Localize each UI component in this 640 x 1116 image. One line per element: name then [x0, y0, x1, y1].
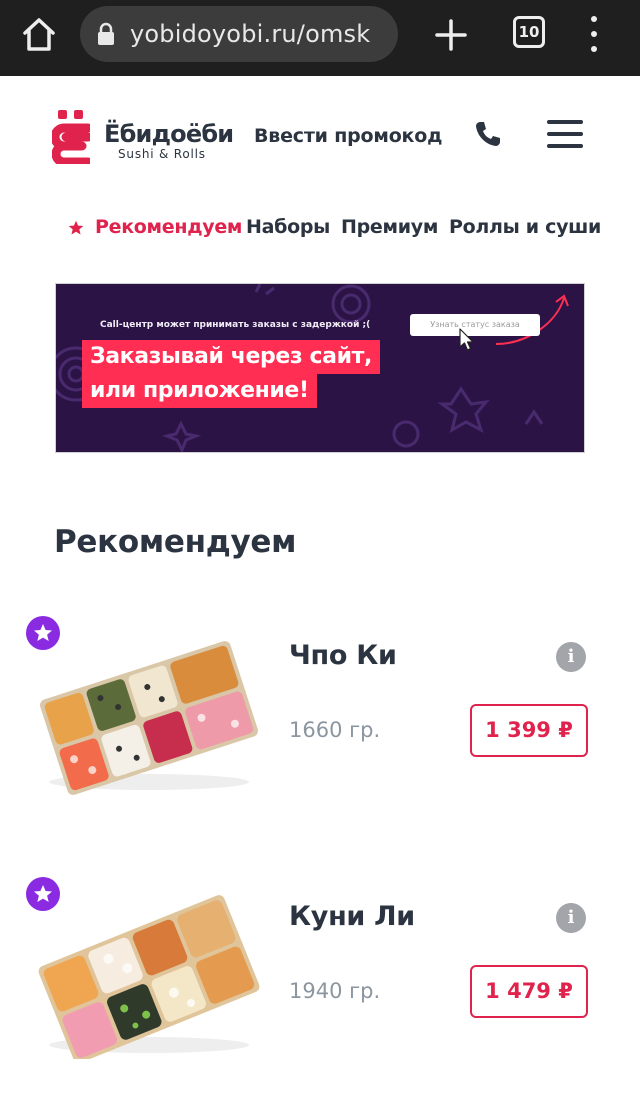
info-icon[interactable]: i	[556, 903, 586, 933]
product-image[interactable]	[36, 632, 262, 798]
product-weight: 1660 гр.	[289, 718, 381, 742]
tab-premium[interactable]: Премиум	[341, 216, 438, 238]
star-icon	[34, 885, 52, 902]
hamburger-menu-icon[interactable]	[547, 120, 583, 148]
lock-icon	[98, 22, 114, 45]
tab-sets[interactable]: Наборы	[246, 216, 330, 238]
info-icon[interactable]: i	[556, 642, 586, 672]
tab-switcher-button[interactable]: 10	[513, 16, 545, 48]
banner-note: Call-центр может принимать заказы с заде…	[100, 320, 371, 330]
star-icon	[34, 624, 52, 641]
section-title: Рекомендуем	[54, 524, 297, 560]
product-name[interactable]: Куни Ли	[289, 901, 415, 932]
logo-mark-icon	[52, 110, 90, 164]
phone-button[interactable]	[473, 119, 503, 149]
product-name[interactable]: Чпо Ки	[289, 640, 397, 671]
home-button[interactable]	[18, 14, 60, 56]
logo-title: Ёбидоёби	[104, 120, 234, 148]
banner-headline: Заказывай через сайт, или приложение!	[82, 340, 394, 412]
cursor-icon	[459, 328, 474, 351]
browser-toolbar: yobidoyobi.ru/omsk 10	[0, 0, 640, 76]
tab-rolls-and-sushi[interactable]: Роллы и суши	[449, 216, 601, 238]
tab-recommended[interactable]: Рекомендуем	[95, 216, 242, 238]
url-text: yobidoyobi.ru/omsk	[130, 20, 371, 48]
phone-icon	[476, 122, 500, 146]
add-to-cart-price-button[interactable]: 1 479 ₽	[470, 965, 588, 1018]
favorite-badge	[26, 877, 60, 911]
product-card[interactable]: Чпо Ки i 1660 гр. 1 399 ₽	[0, 612, 640, 812]
logo-subtitle: Sushi & Rolls	[118, 147, 206, 161]
star-icon	[68, 220, 84, 235]
promo-code-link[interactable]: Ввести промокод	[254, 125, 442, 147]
product-image[interactable]	[36, 893, 262, 1059]
plus-icon	[435, 19, 467, 51]
banner-headline-line-1: Заказывай через сайт,	[82, 340, 380, 374]
banner-headline-line-2: или приложение!	[82, 374, 317, 408]
promo-banner[interactable]: Call-центр может принимать заказы с заде…	[55, 283, 585, 453]
address-bar[interactable]: yobidoyobi.ru/omsk	[80, 6, 398, 62]
kebab-menu-icon[interactable]	[584, 14, 604, 54]
site-logo[interactable]: Ёбидоёби Sushi & Rolls	[52, 110, 234, 166]
product-weight: 1940 гр.	[289, 979, 381, 1003]
home-icon	[23, 18, 55, 51]
category-nav: Рекомендуем Наборы Премиум Роллы и суши	[0, 210, 640, 246]
favorite-badge	[26, 616, 60, 650]
new-tab-button[interactable]	[432, 16, 470, 54]
add-to-cart-price-button[interactable]: 1 399 ₽	[470, 704, 588, 757]
product-card[interactable]: Куни Ли i 1940 гр. 1 479 ₽	[0, 873, 640, 1073]
